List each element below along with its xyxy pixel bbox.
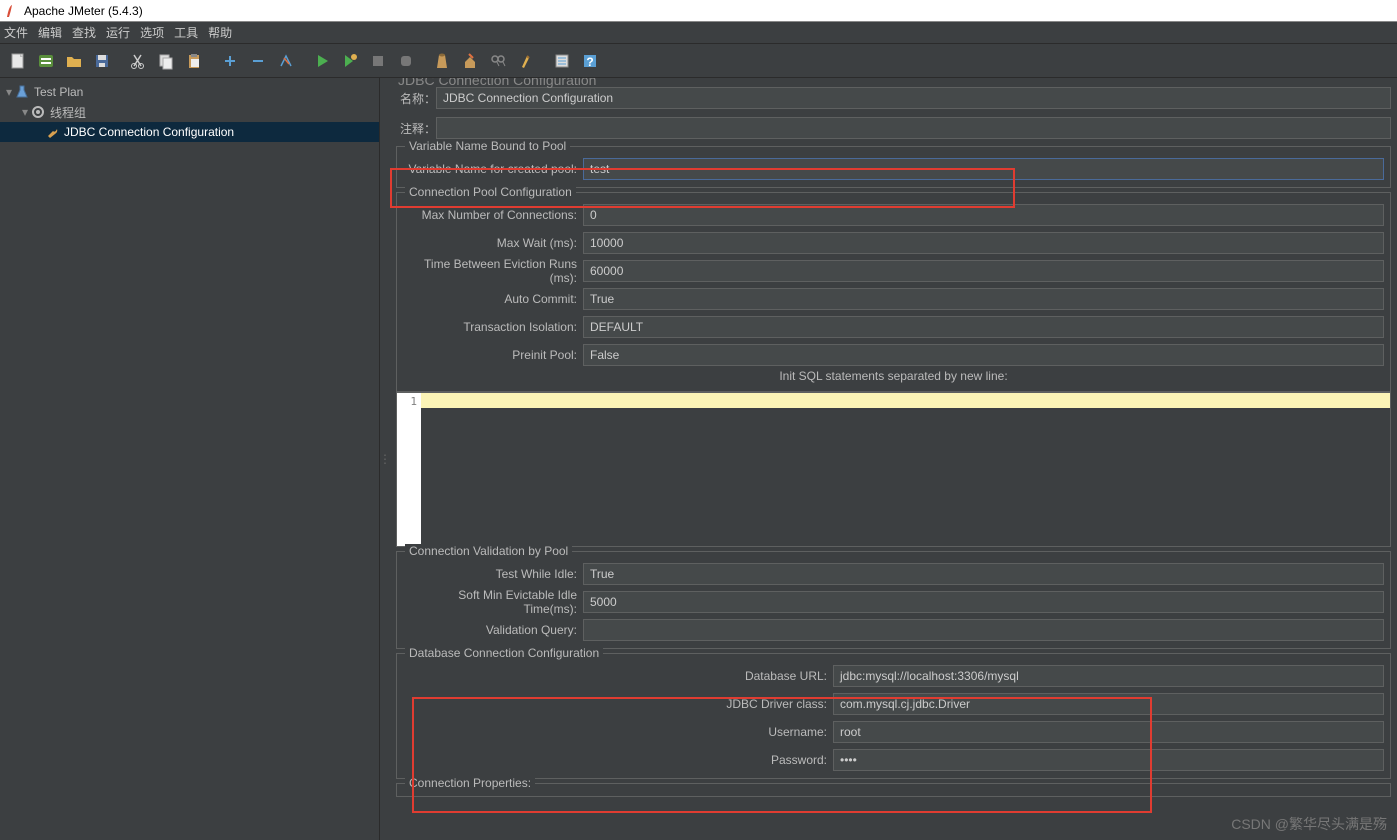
txiso-field[interactable]: DEFAULT bbox=[583, 316, 1384, 338]
name-label: 名称： bbox=[396, 90, 436, 107]
group-db-config: Database Connection Configuration Databa… bbox=[396, 653, 1391, 779]
menu-edit[interactable]: 编辑 bbox=[38, 24, 62, 41]
group-conn-props: Connection Properties: bbox=[396, 783, 1391, 797]
toggle-button[interactable] bbox=[274, 49, 298, 73]
name-field[interactable]: JDBC Connection Configuration bbox=[436, 87, 1391, 109]
tree-jdbc-config[interactable]: JDBC Connection Configuration bbox=[0, 122, 379, 142]
menu-tools[interactable]: 工具 bbox=[174, 24, 198, 41]
varname-label: Variable Name for created pool: bbox=[403, 162, 583, 176]
initsql-label: Init SQL statements separated by new lin… bbox=[403, 369, 1384, 387]
clear-button[interactable] bbox=[430, 49, 454, 73]
tree-thread-group[interactable]: ▾ 线程组 bbox=[0, 102, 379, 122]
menu-file[interactable]: 文件 bbox=[4, 24, 28, 41]
evict-field[interactable]: 60000 bbox=[583, 260, 1384, 282]
watermark: CSDN @繁华尽头满是殇 bbox=[1231, 814, 1387, 834]
save-button[interactable] bbox=[90, 49, 114, 73]
search-button[interactable] bbox=[486, 49, 510, 73]
autocommit-field[interactable]: True bbox=[583, 288, 1384, 310]
title-bar: Apache JMeter (5.4.3) bbox=[0, 0, 1397, 22]
jmeter-icon bbox=[6, 4, 18, 18]
window-title: Apache JMeter (5.4.3) bbox=[24, 4, 143, 18]
preinit-field[interactable]: False bbox=[583, 344, 1384, 366]
maxconn-field[interactable]: 0 bbox=[583, 204, 1384, 226]
dburl-field[interactable]: jdbc:mysql://localhost:3306/mysql bbox=[833, 665, 1384, 687]
line-gutter: 1 bbox=[397, 393, 421, 546]
expand-button[interactable] bbox=[218, 49, 242, 73]
flask-icon bbox=[14, 84, 30, 100]
sme-field[interactable]: 5000 bbox=[583, 591, 1384, 613]
wrench-icon bbox=[44, 124, 60, 140]
comment-label: 注释： bbox=[396, 120, 436, 137]
gear-icon bbox=[30, 104, 46, 120]
menu-options[interactable]: 选项 bbox=[140, 24, 164, 41]
sql-body[interactable] bbox=[421, 393, 1390, 546]
copy-button[interactable] bbox=[154, 49, 178, 73]
group-varname: Variable Name Bound to Pool Variable Nam… bbox=[396, 146, 1391, 188]
menu-run[interactable]: 运行 bbox=[106, 24, 130, 41]
clear-all-button[interactable] bbox=[458, 49, 482, 73]
initsql-editor[interactable]: 1 bbox=[396, 392, 1391, 547]
menu-search[interactable]: 查找 bbox=[72, 24, 96, 41]
help-button[interactable]: ? bbox=[578, 49, 602, 73]
open-button[interactable] bbox=[62, 49, 86, 73]
group-validation: Connection Validation by Pool Test While… bbox=[396, 551, 1391, 649]
main-area: ▾ Test Plan ▾ 线程组 JDBC Connection Config… bbox=[0, 78, 1397, 840]
paste-button[interactable] bbox=[182, 49, 206, 73]
splitter[interactable]: ⋮ bbox=[380, 78, 390, 840]
toolbar: ? bbox=[0, 44, 1397, 78]
tree-panel: ▾ Test Plan ▾ 线程组 JDBC Connection Config… bbox=[0, 78, 380, 840]
config-panel: JDBC Connection Configuration 名称： JDBC C… bbox=[390, 78, 1397, 840]
shutdown-button[interactable] bbox=[394, 49, 418, 73]
maxwait-field[interactable]: 10000 bbox=[583, 232, 1384, 254]
varname-field[interactable]: test bbox=[583, 158, 1384, 180]
menu-help[interactable]: 帮助 bbox=[208, 24, 232, 41]
new-button[interactable] bbox=[6, 49, 30, 73]
vq-field[interactable] bbox=[583, 619, 1384, 641]
menu-bar: 文件 编辑 查找 运行 选项 工具 帮助 bbox=[0, 22, 1397, 44]
stop-button[interactable] bbox=[366, 49, 390, 73]
driver-field[interactable]: com.mysql.cj.jdbc.Driver bbox=[833, 693, 1384, 715]
password-field[interactable]: •••• bbox=[833, 749, 1384, 771]
cut-button[interactable] bbox=[126, 49, 150, 73]
start-no-pause-button[interactable] bbox=[338, 49, 362, 73]
reset-search-button[interactable] bbox=[514, 49, 538, 73]
tree-test-plan[interactable]: ▾ Test Plan bbox=[0, 82, 379, 102]
function-helper-button[interactable] bbox=[550, 49, 574, 73]
twi-field[interactable]: True bbox=[583, 563, 1384, 585]
svg-text:?: ? bbox=[586, 55, 593, 69]
comment-field[interactable] bbox=[436, 117, 1391, 139]
username-field[interactable]: root bbox=[833, 721, 1384, 743]
group-pool-config: Connection Pool Configuration Max Number… bbox=[396, 192, 1391, 392]
start-button[interactable] bbox=[310, 49, 334, 73]
collapse-button[interactable] bbox=[246, 49, 270, 73]
templates-button[interactable] bbox=[34, 49, 58, 73]
